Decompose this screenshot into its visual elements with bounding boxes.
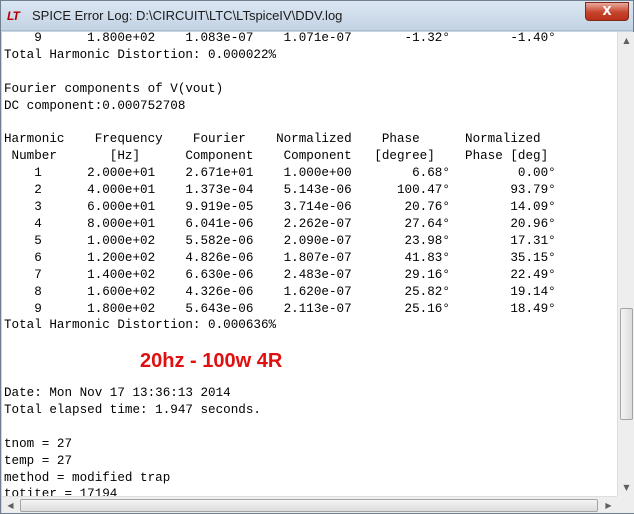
log-text: 9 1.800e+02 1.083e-07 1.071e-07 -1.32° -…	[4, 32, 556, 496]
horizontal-scroll-thumb[interactable]	[20, 499, 598, 512]
log-line: totiter = 17194	[4, 487, 118, 496]
log-line: Harmonic Frequency Fourier Normalized Ph…	[4, 132, 541, 147]
ltspice-icon: LT	[7, 9, 20, 23]
log-line: 1 2.000e+01 2.671e+01 1.000e+00 6.68° 0.…	[4, 166, 556, 181]
log-line: 4 8.000e+01 6.041e-06 2.262e-07 27.64° 2…	[4, 216, 556, 231]
horizontal-scrollbar[interactable]: ◀ ▶	[2, 496, 617, 513]
log-line: 8 1.600e+02 4.326e-06 1.620e-07 25.82° 1…	[4, 284, 556, 299]
vertical-scrollbar[interactable]: ▲ ▼	[617, 32, 634, 496]
title-bar[interactable]: LT SPICE Error Log: D:\CIRCUIT\LTC\LTspi…	[1, 1, 633, 31]
scroll-right-arrow-icon[interactable]: ▶	[600, 497, 617, 514]
log-line: 6 1.200e+02 4.826e-06 1.807e-07 41.83° 3…	[4, 250, 556, 265]
log-window: LT SPICE Error Log: D:\CIRCUIT\LTC\LTspi…	[0, 0, 634, 514]
log-line: 5 1.000e+02 5.582e-06 2.090e-07 23.98° 1…	[4, 233, 556, 248]
log-line: Total elapsed time: 1.947 seconds.	[4, 402, 261, 417]
log-line: Fourier components of V(vout)	[4, 81, 224, 96]
scroll-up-arrow-icon[interactable]: ▲	[618, 32, 634, 49]
log-line: 2 4.000e+01 1.373e-04 5.143e-06 100.47° …	[4, 183, 556, 198]
log-line: 7 1.400e+02 6.630e-06 2.483e-07 29.16° 2…	[4, 267, 556, 282]
log-line: Date: Mon Nov 17 13:36:13 2014	[4, 386, 231, 401]
log-line: tnom = 27	[4, 436, 73, 451]
log-line: 9 1.800e+02 5.643e-06 2.113e-07 25.16° 1…	[4, 301, 556, 316]
log-line: Total Harmonic Distortion: 0.000022%	[4, 47, 277, 62]
log-line: temp = 27	[4, 453, 73, 468]
vertical-scroll-thumb[interactable]	[620, 308, 633, 420]
close-button[interactable]: X	[585, 2, 629, 21]
annotation-text: 20hz - 100w 4R	[140, 350, 283, 372]
log-line: Total Harmonic Distortion: 0.000636%	[4, 318, 277, 333]
log-line: Number [Hz] Component Component [degree]…	[4, 149, 549, 164]
scroll-down-arrow-icon[interactable]: ▼	[618, 479, 634, 496]
scroll-left-arrow-icon[interactable]: ◀	[2, 497, 19, 514]
window-title: SPICE Error Log: D:\CIRCUIT\LTC\LTspiceI…	[32, 8, 343, 23]
log-line: method = modified trap	[4, 470, 171, 485]
log-line: 3 6.000e+01 9.919e-05 3.714e-06 20.76° 1…	[4, 200, 556, 215]
log-line: DC component:0.000752708	[4, 98, 186, 113]
log-content[interactable]: 9 1.800e+02 1.083e-07 1.071e-07 -1.32° -…	[2, 32, 617, 496]
log-line: 9 1.800e+02 1.083e-07 1.071e-07 -1.32° -…	[4, 32, 556, 45]
size-grip[interactable]	[617, 496, 634, 513]
